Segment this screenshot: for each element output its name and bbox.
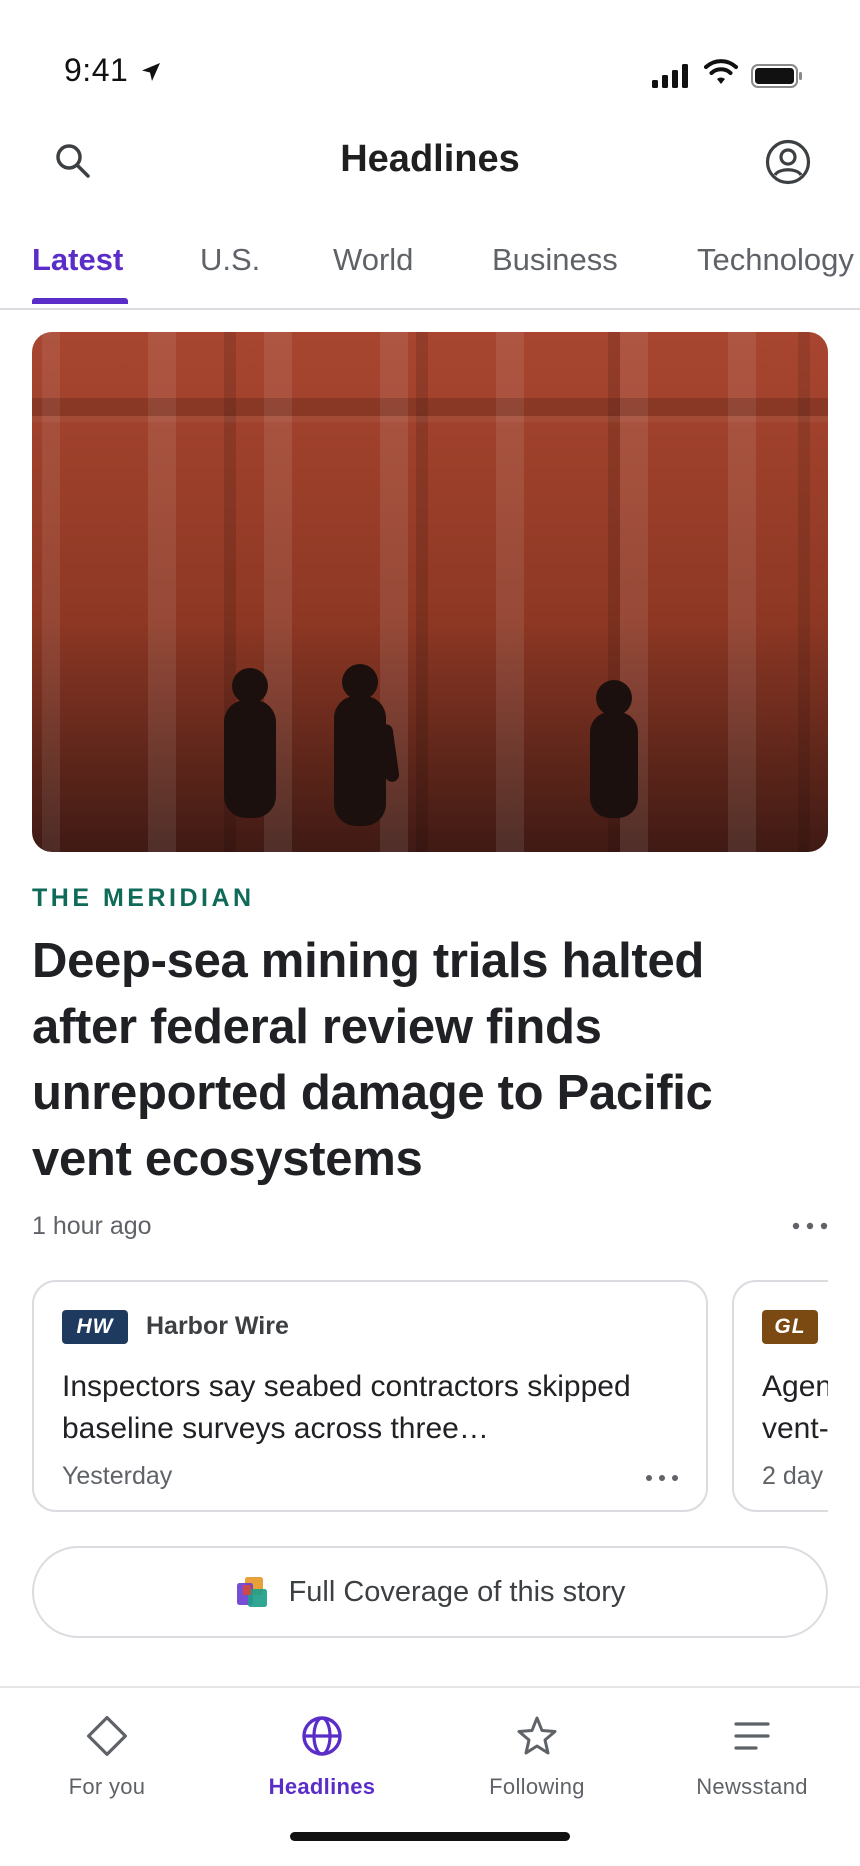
star-icon	[517, 1716, 557, 1755]
nav-headlines[interactable]: Headlines	[222, 1712, 422, 1800]
lead-story-source: THE MERIDIAN	[32, 884, 255, 912]
wifi-icon	[704, 59, 738, 84]
account-button[interactable]	[760, 134, 816, 190]
related-story-source: Harbor Wire	[146, 1312, 289, 1340]
lead-story-image[interactable]	[32, 332, 828, 852]
page-title: Headlines	[340, 138, 520, 180]
tab-latest[interactable]: Latest	[32, 242, 123, 278]
location-arrow-icon	[142, 63, 160, 81]
battery-icon	[751, 64, 802, 88]
related-story-title: Agen vent-	[762, 1366, 828, 1450]
shipping-container-illustration	[32, 332, 828, 852]
tab-technology[interactable]: Technology	[697, 242, 854, 278]
account-circle-icon	[765, 139, 811, 185]
home-indicator[interactable]	[290, 1832, 570, 1841]
lead-story-time: 1 hour ago	[32, 1212, 152, 1240]
nav-for-you[interactable]: For you	[7, 1712, 207, 1800]
nav-label: Newsstand	[696, 1774, 808, 1799]
publisher-badge: HW	[62, 1310, 128, 1344]
related-stories-carousel[interactable]: HW Harbor Wire Inspectors say seabed con…	[0, 1270, 828, 1522]
related-story-card[interactable]: HW Harbor Wire Inspectors say seabed con…	[32, 1280, 708, 1512]
related-story-title-line: vent-	[762, 1412, 828, 1445]
more-horizontal-icon	[646, 1475, 678, 1481]
cellular-signal-icon	[652, 64, 688, 88]
nav-label: For you	[68, 1774, 146, 1799]
nav-label: Headlines	[268, 1774, 376, 1799]
full-coverage-label: Full Coverage of this story	[288, 1575, 626, 1608]
globe-icon	[302, 1716, 342, 1756]
tab-world[interactable]: World	[333, 242, 413, 278]
section-tabs: Latest U.S. World Business Technology	[0, 232, 860, 310]
tab-active-indicator	[32, 298, 128, 304]
more-horizontal-icon	[792, 1222, 828, 1230]
nav-following[interactable]: Following	[437, 1712, 637, 1800]
related-story-title-line: Agen	[762, 1370, 828, 1403]
related-story-time: 2 day	[762, 1462, 824, 1490]
nav-label: Following	[489, 1774, 585, 1799]
related-story-card[interactable]: GL Agen vent- 2 day	[732, 1280, 828, 1512]
full-coverage-button[interactable]: Full Coverage of this story	[32, 1546, 828, 1638]
diamond-icon	[87, 1716, 127, 1756]
full-coverage-icon	[236, 1577, 267, 1607]
related-story-time: Yesterday	[62, 1462, 173, 1490]
related-story-title: Inspectors say seabed contractors skippe…	[62, 1370, 631, 1445]
related-story-more-button[interactable]	[642, 1466, 682, 1490]
status-time: 9:41	[64, 52, 129, 88]
nav-newsstand[interactable]: Newsstand	[652, 1712, 852, 1800]
publisher-badge: GL	[762, 1310, 818, 1344]
tab-business[interactable]: Business	[492, 242, 618, 278]
menu-lines-icon	[734, 1722, 770, 1750]
tab-us[interactable]: U.S.	[200, 242, 260, 278]
lead-story-more-button[interactable]	[786, 1210, 834, 1242]
lead-story-headline[interactable]: Deep-sea mining trials halted after fede…	[32, 928, 822, 1192]
